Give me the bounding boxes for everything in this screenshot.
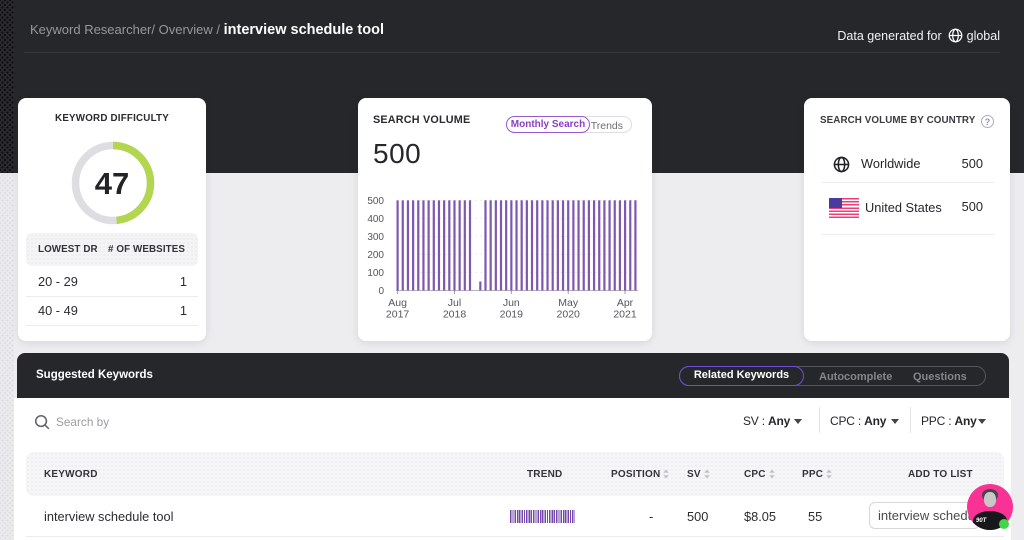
svg-text:2019: 2019 [500,309,524,321]
svg-text:100: 100 [367,268,384,279]
svg-text:2018: 2018 [443,309,467,321]
svg-text:Jul: Jul [448,297,461,309]
svg-text:200: 200 [367,250,384,261]
svg-text:500: 500 [367,196,384,207]
svg-text:2020: 2020 [557,309,581,321]
svg-text:Jun: Jun [503,297,520,309]
svg-text:2021: 2021 [613,309,637,321]
svg-text:2017: 2017 [386,309,410,321]
svg-text:400: 400 [367,214,384,225]
svg-text:May: May [558,297,579,309]
svg-text:300: 300 [367,232,384,243]
svg-text:Aug: Aug [388,297,407,309]
svg-text:Apr: Apr [617,297,634,309]
svg-text:0: 0 [378,286,384,297]
